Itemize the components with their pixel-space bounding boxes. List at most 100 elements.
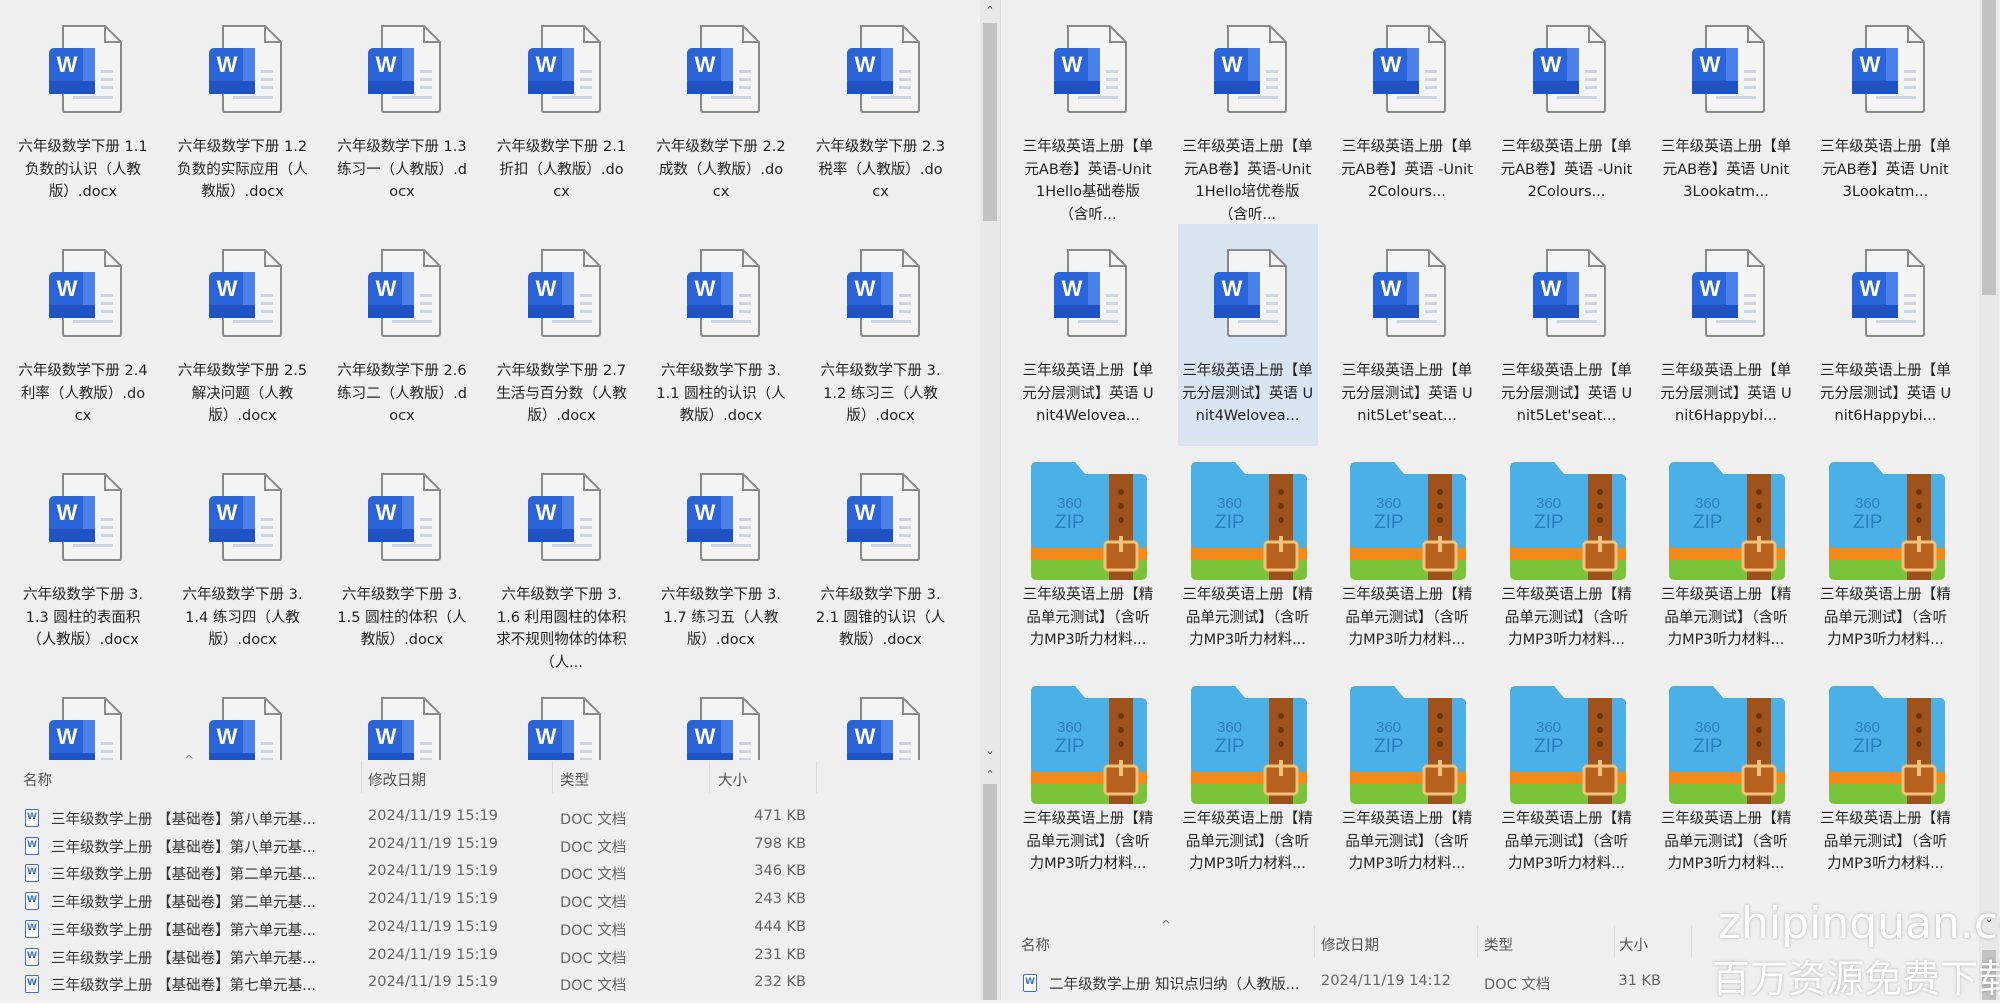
file-item[interactable]: W [492, 672, 632, 760]
svg-text:360: 360 [1695, 719, 1720, 736]
file-item[interactable]: 360 ZIP 三年级英语上册【精品单元测试】（含听力MP3听力材料... [1816, 448, 1956, 670]
svg-text:W: W [1540, 276, 1561, 301]
file-item[interactable]: W [651, 672, 791, 760]
column-divider[interactable] [1691, 926, 1692, 958]
svg-text:W: W [216, 724, 237, 749]
svg-text:360: 360 [1217, 495, 1242, 512]
column-divider[interactable] [361, 761, 362, 793]
row-size: 798 KB [754, 835, 806, 852]
list-row[interactable]: W 三年级数学上册 【基础卷】第八单元基... 2024/11/19 15:19 DO… [0, 805, 978, 832]
file-item[interactable]: W 六年级数学下册 2.5 解决问题（人教版）.docx [173, 224, 313, 446]
file-item[interactable]: W 三年级英语上册【单元AB卷】英语 -Unit2Colours... [1337, 0, 1477, 222]
file-item[interactable]: W 六年级数学下册 1.1 负数的认识（人教版）.docx [13, 0, 153, 222]
file-item[interactable]: W 六年级数学下册 3.1.3 圆柱的表面积（人教版）.docx [13, 448, 153, 670]
svg-text:W: W [1859, 52, 1880, 77]
column-header-size[interactable]: 大小 [718, 769, 747, 790]
scroll-thumb[interactable] [983, 784, 997, 1000]
word-document-icon: W [49, 473, 122, 561]
file-item[interactable]: W [173, 672, 313, 760]
left-grid-scrollbar[interactable]: ⌃ ⌄ [980, 0, 1000, 760]
file-item[interactable]: W 三年级英语上册【单元AB卷】英语 -Unit2Colours... [1497, 0, 1637, 222]
file-item[interactable]: W 三年级英语上册【单元分层测试】英语 Unit4Welovea... [1177, 224, 1318, 446]
left-list-scrollbar[interactable]: ⌃ [980, 760, 1000, 1000]
row-name: 三年级数学上册 【基础卷】第六单元基... [51, 950, 316, 967]
file-item[interactable]: W 三年级英语上册【单元AB卷】英语 Unit3Lookatm... [1816, 0, 1956, 222]
file-item[interactable]: W 三年级英语上册【单元AB卷】英语 Unit3Lookatm... [1656, 0, 1796, 222]
file-item[interactable]: W 六年级数学下册 1.2 负数的实际应用（人教版）.docx [173, 0, 313, 222]
file-item[interactable]: W 三年级英语上册【单元分层测试】英语 Unit6Happybi... [1816, 224, 1956, 446]
file-item[interactable]: W 三年级英语上册【单元分层测试】英语 Unit6Happybi... [1656, 224, 1796, 446]
word-document-icon: W [1532, 25, 1606, 113]
scroll-thumb[interactable] [1982, 0, 1996, 295]
file-item[interactable]: 360 ZIP 三年级英语上册【精品单元测试】（含听力MP3听力材料... [1656, 448, 1796, 670]
file-item-label: 三年级英语上册【精品单元测试】（含听力MP3听力材料... [1022, 811, 1154, 872]
file-item[interactable]: W 六年级数学下册 3.1.5 圆柱的体积（人教版）.docx [332, 448, 472, 670]
zip-archive-icon: 360ZIP [1509, 686, 1626, 804]
column-header-type[interactable]: 类型 [1484, 934, 1513, 955]
file-item[interactable]: W 六年级数学下册 3.1.4 练习四（人教版）.docx [173, 448, 313, 670]
list-row[interactable]: W 三年级数学上册 【基础卷】第二单元基... 2024/11/19 15:19 DO… [0, 860, 978, 887]
column-header-date[interactable]: 修改日期 [1321, 934, 1379, 955]
row-size: 243 KB [754, 891, 806, 908]
file-item[interactable]: W 三年级英语上册【单元分层测试】英语 Unit5Let'seat... [1337, 224, 1477, 446]
column-divider[interactable] [552, 761, 553, 793]
file-item[interactable]: W 三年级英语上册【单元分层测试】英语 Unit5Let'seat... [1497, 224, 1637, 446]
row-name: 二年级数学上册 知识点归纳（人教版... [1049, 977, 1300, 993]
file-item[interactable]: 360 ZIP 三年级英语上册【精品单元测试】（含听力MP3听力材料... [1018, 448, 1158, 670]
file-item[interactable]: 360 ZIP 三年级英语上册【精品单元测试】（含听力MP3听力材料... [1178, 448, 1318, 670]
file-item[interactable]: W 六年级数学下册 2.1 折扣（人教版）.docx [492, 0, 632, 222]
list-row[interactable]: W 三年级数学上册 【基础卷】第六单元基... 2024/11/19 15:19 DO… [0, 944, 978, 971]
column-header-name[interactable]: 名称 [23, 769, 52, 790]
file-item-label: 六年级数学下册 3.1.2 练习三（人教版）.docx [820, 363, 941, 424]
file-item[interactable]: 360 ZIP 三年级英语上册【精品单元测试】（含听力MP3听力材料... [1018, 672, 1158, 894]
file-item[interactable]: W 三年级英语上册【单元分层测试】英语 Unit4Welovea... [1018, 224, 1158, 446]
column-divider[interactable] [1614, 926, 1615, 958]
file-item[interactable]: 360 ZIP 三年级英语上册【精品单元测试】（含听力MP3听力材料... [1497, 672, 1637, 894]
column-header-date[interactable]: 修改日期 [368, 769, 426, 790]
column-divider[interactable] [1477, 926, 1478, 958]
svg-text:ZIP: ZIP [1534, 512, 1564, 533]
file-item[interactable]: W 三年级英语上册【单元AB卷】英语-Unit1Hello基础卷版（含听... [1018, 0, 1158, 223]
file-item[interactable]: W 六年级数学下册 3.1.7 练习五（人教版）.docx [651, 448, 791, 670]
scroll-down-arrow[interactable]: ⌄ [980, 744, 1000, 758]
list-row[interactable]: W 三年级数学上册 【基础卷】第六单元基... 2024/11/19 15:19 DO… [0, 916, 978, 943]
file-item[interactable]: W [13, 672, 153, 760]
column-divider[interactable] [816, 761, 817, 793]
file-item[interactable]: 360 ZIP 三年级英语上册【精品单元测试】（含听力MP3听力材料... [1816, 672, 1956, 894]
file-item[interactable]: W 六年级数学下册 3.1.1 圆柱的认识（人教版）.docx [651, 224, 791, 446]
file-item[interactable]: 360 ZIP 三年级英语上册【精品单元测试】（含听力MP3听力材料... [1178, 672, 1318, 894]
file-item[interactable]: W 六年级数学下册 3.1.6 利用圆柱的体积求不规则物体的体积（人... [492, 448, 632, 671]
file-item[interactable]: W 六年级数学下册 3.1.2 练习三（人教版）.docx [811, 224, 951, 446]
file-item[interactable]: W 六年级数学下册 2.3 税率（人教版）.docx [811, 0, 951, 222]
file-item[interactable]: W 六年级数学下册 2.7 生活与百分数（人教版）.docx [492, 224, 632, 446]
column-header-size[interactable]: 大小 [1619, 934, 1648, 955]
file-item[interactable]: 360 ZIP 三年级英语上册【精品单元测试】（含听力MP3听力材料... [1337, 448, 1477, 670]
file-item[interactable]: W [332, 672, 472, 760]
file-item[interactable]: W 六年级数学下册 1.3 练习一（人教版）.docx [332, 0, 472, 222]
column-header-type[interactable]: 类型 [560, 769, 589, 790]
file-item[interactable]: W 六年级数学下册 2.4 利率（人教版）.docx [13, 224, 153, 446]
list-row[interactable]: W 三年级数学上册 【基础卷】第二单元基... 2024/11/19 15:19 DO… [0, 888, 978, 915]
column-divider[interactable] [709, 761, 710, 793]
svg-text:W: W [1859, 276, 1880, 301]
zip-archive-icon: 360ZIP [1828, 686, 1945, 804]
column-divider[interactable] [1314, 926, 1315, 958]
list-row[interactable]: W 三年级数学上册 【基础卷】第八单元基... 2024/11/19 15:19 DO… [0, 833, 978, 860]
scroll-thumb[interactable] [983, 23, 997, 221]
file-item[interactable]: W 六年级数学下册 2.2 成数（人教版）.docx [651, 0, 791, 222]
file-item[interactable]: 360 ZIP 三年级英语上册【精品单元测试】（含听力MP3听力材料... [1497, 448, 1637, 670]
column-header-name[interactable]: 名称 [1021, 934, 1050, 955]
svg-text:360: 360 [1217, 719, 1242, 736]
svg-text:ZIP: ZIP [1055, 736, 1085, 757]
scroll-up-arrow[interactable]: ⌃ [980, 768, 1000, 782]
file-item[interactable]: W 六年级数学下册 3.2.1 圆锥的认识（人教版）.docx [811, 448, 951, 670]
file-item[interactable]: W 六年级数学下册 2.6 练习二（人教版）.docx [332, 224, 472, 446]
list-row[interactable]: W 三年级数学上册 【基础卷】第七单元基... 2024/11/19 15:19 DO… [0, 971, 978, 998]
file-item[interactable]: W 三年级英语上册【单元AB卷】英语-Unit1Hello培优卷版（含听... [1178, 0, 1318, 223]
file-item[interactable]: 360 ZIP 三年级英语上册【精品单元测试】（含听力MP3听力材料... [1656, 672, 1796, 894]
file-item[interactable]: W [811, 672, 951, 760]
scroll-up-arrow[interactable]: ⌃ [980, 4, 1000, 18]
right-grid-scrollbar[interactable]: ⌄ [1979, 0, 1999, 930]
file-item[interactable]: 360 ZIP 三年级英语上册【精品单元测试】（含听力MP3听力材料... [1337, 672, 1477, 894]
svg-text:W: W [57, 500, 78, 525]
